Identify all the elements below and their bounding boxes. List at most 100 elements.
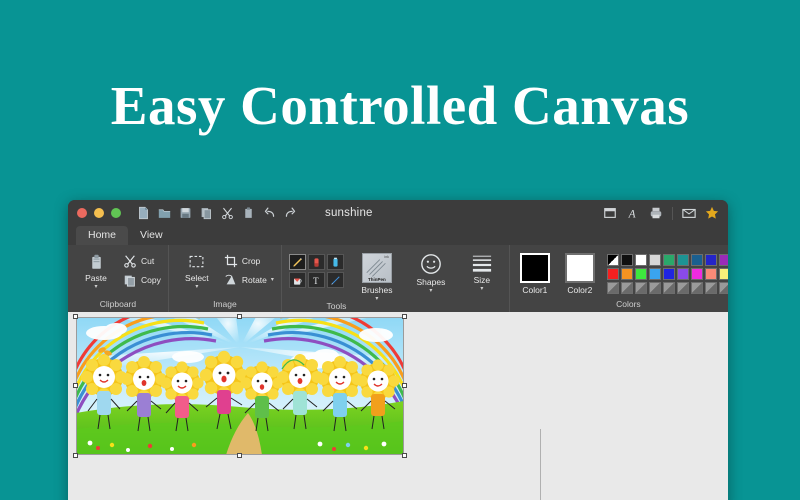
star-icon[interactable] bbox=[705, 206, 719, 220]
ribbon-group-tools: T ink ThinPen Brushes ▾ Shapes ▾ Size ▾ … bbox=[282, 245, 510, 312]
paint-app-window: sunshine A Home View Paste ▾ Cut Copy Cl… bbox=[68, 200, 728, 500]
tab-home[interactable]: Home bbox=[76, 226, 129, 245]
minimize-button[interactable] bbox=[94, 208, 104, 218]
ribbon-group-image: Select ▾ Crop Rotate ▾ Image bbox=[169, 245, 282, 312]
canvas-selection[interactable] bbox=[73, 314, 407, 458]
color1-button[interactable]: Color1 bbox=[517, 250, 553, 295]
ribbon-tabs: Home View bbox=[68, 226, 728, 245]
eraser-tool[interactable] bbox=[307, 254, 325, 270]
palette-swatch-empty-5[interactable] bbox=[676, 282, 689, 294]
select-button[interactable]: Select ▾ bbox=[176, 250, 218, 290]
image-small-buttons: Crop Rotate ▾ bbox=[224, 250, 274, 287]
palette-swatch-r1-0[interactable] bbox=[606, 254, 619, 266]
palette-swatch-r2-6[interactable] bbox=[690, 268, 703, 280]
palette-swatch-r1-7[interactable] bbox=[704, 254, 717, 266]
palette-swatch-r2-1[interactable] bbox=[620, 268, 633, 280]
brush-tool[interactable] bbox=[326, 272, 344, 288]
palette-swatch-r1-2[interactable] bbox=[634, 254, 647, 266]
undo-icon[interactable] bbox=[263, 206, 276, 220]
resize-handle-w[interactable] bbox=[73, 383, 78, 388]
chevron-down-icon[interactable]: ▾ bbox=[480, 286, 483, 292]
color2-button[interactable]: Color2 bbox=[562, 250, 598, 295]
palette-swatch-r1-1[interactable] bbox=[620, 254, 633, 266]
paste-button[interactable]: Paste ▾ bbox=[75, 250, 117, 290]
crop-button[interactable]: Crop bbox=[224, 254, 274, 268]
palette-swatch-r2-8[interactable] bbox=[718, 268, 728, 280]
pencil-tool[interactable] bbox=[288, 254, 306, 270]
page-title: Easy Controlled Canvas bbox=[110, 75, 690, 136]
text-tool[interactable]: T bbox=[307, 272, 325, 288]
resize-handle-se[interactable] bbox=[402, 453, 407, 458]
brush-thumb-label: ThinPen bbox=[368, 277, 386, 282]
palette-swatch-empty-0[interactable] bbox=[606, 282, 619, 294]
palette-row-1 bbox=[606, 254, 728, 266]
palette-swatch-empty-8[interactable] bbox=[718, 282, 728, 294]
select-icon bbox=[188, 253, 205, 271]
paint-can-tool[interactable] bbox=[288, 272, 306, 288]
palette-swatch-empty-7[interactable] bbox=[704, 282, 717, 294]
resize-handle-e[interactable] bbox=[402, 383, 407, 388]
palette-swatch-r2-5[interactable] bbox=[676, 268, 689, 280]
palette-swatch-r1-8[interactable] bbox=[718, 254, 728, 266]
palette-swatch-r1-5[interactable] bbox=[676, 254, 689, 266]
select-label: Select bbox=[185, 273, 209, 283]
chevron-down-icon[interactable]: ▾ bbox=[271, 277, 274, 283]
palette-swatch-r1-4[interactable] bbox=[662, 254, 675, 266]
cut-button[interactable]: Cut bbox=[123, 254, 161, 268]
resize-handle-nw[interactable] bbox=[73, 314, 78, 319]
duplicate-icon[interactable] bbox=[200, 206, 213, 220]
canvas-workspace[interactable]: 1492 x 824 pixels bbox=[68, 312, 728, 500]
close-button[interactable] bbox=[77, 208, 87, 218]
palette-swatch-empty-2[interactable] bbox=[634, 282, 647, 294]
chevron-down-icon[interactable]: ▾ bbox=[429, 288, 432, 294]
palette-swatch-empty-3[interactable] bbox=[648, 282, 661, 294]
redo-icon[interactable] bbox=[284, 206, 297, 220]
chevron-down-icon[interactable]: ▾ bbox=[195, 284, 198, 290]
title-bar: sunshine A bbox=[68, 200, 728, 226]
scissors-icon bbox=[123, 254, 137, 268]
palette-swatch-r2-0[interactable] bbox=[606, 268, 619, 280]
copy-button[interactable]: Copy bbox=[123, 273, 161, 287]
group-label-colors: Colors bbox=[616, 299, 641, 309]
palette-row-3 bbox=[606, 282, 728, 294]
cut-label: Cut bbox=[141, 256, 155, 266]
group-label-clipboard: Clipboard bbox=[99, 299, 137, 309]
palette-swatch-r2-4[interactable] bbox=[662, 268, 675, 280]
color1-swatch bbox=[519, 253, 550, 283]
resize-handle-ne[interactable] bbox=[402, 314, 407, 319]
copy-icon bbox=[123, 273, 137, 287]
palette-swatch-empty-4[interactable] bbox=[662, 282, 675, 294]
palette-swatch-r2-3[interactable] bbox=[648, 268, 661, 280]
resize-handle-s[interactable] bbox=[237, 453, 242, 458]
svg-text:T: T bbox=[313, 275, 319, 285]
italic-a-icon[interactable]: A bbox=[626, 206, 640, 220]
new-file-icon[interactable] bbox=[137, 206, 150, 220]
rotate-button[interactable]: Rotate ▾ bbox=[224, 273, 274, 287]
brushes-button[interactable]: ink ThinPen Brushes ▾ bbox=[354, 250, 400, 302]
canvas-image[interactable] bbox=[76, 317, 404, 455]
size-button[interactable]: Size ▾ bbox=[462, 250, 502, 292]
zoom-button[interactable] bbox=[111, 208, 121, 218]
group-label-image: Image bbox=[213, 299, 237, 309]
window-icon[interactable] bbox=[603, 206, 617, 220]
palette-swatch-empty-1[interactable] bbox=[620, 282, 633, 294]
palette-swatch-r2-2[interactable] bbox=[634, 268, 647, 280]
chevron-down-icon[interactable]: ▾ bbox=[94, 284, 97, 290]
open-folder-icon[interactable] bbox=[158, 206, 171, 220]
mail-icon[interactable] bbox=[682, 206, 696, 220]
palette-swatch-r1-6[interactable] bbox=[690, 254, 703, 266]
palette-swatch-empty-6[interactable] bbox=[690, 282, 703, 294]
tool-palette: T bbox=[288, 250, 344, 288]
paste-icon[interactable] bbox=[242, 206, 255, 220]
resize-handle-n[interactable] bbox=[237, 314, 242, 319]
fill-tool[interactable] bbox=[326, 254, 344, 270]
scissors-icon[interactable] bbox=[221, 206, 234, 220]
save-icon[interactable] bbox=[179, 206, 192, 220]
printer-icon[interactable] bbox=[649, 206, 663, 220]
divider bbox=[672, 206, 673, 220]
palette-swatch-r2-7[interactable] bbox=[704, 268, 717, 280]
resize-handle-sw[interactable] bbox=[73, 453, 78, 458]
palette-swatch-r1-3[interactable] bbox=[648, 254, 661, 266]
shapes-button[interactable]: Shapes ▾ bbox=[410, 250, 452, 294]
tab-view[interactable]: View bbox=[128, 226, 175, 245]
